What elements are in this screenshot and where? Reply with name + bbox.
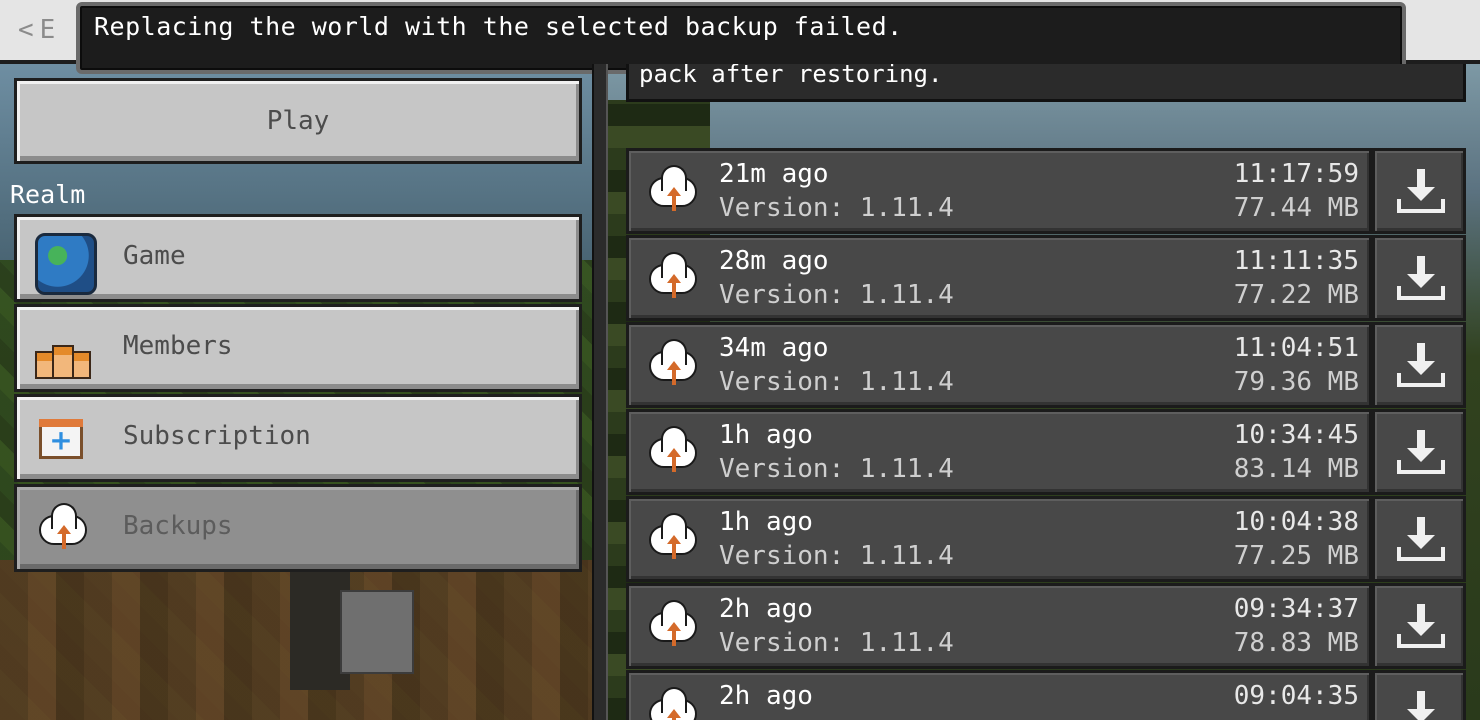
download-icon	[1395, 602, 1447, 654]
backup-restore-button[interactable]: 21m ago Version: 1.11.4 11:17:59 77.44 M…	[626, 148, 1372, 234]
backup-restore-button[interactable]: 2h ago 09:04:35	[626, 670, 1372, 720]
back-button[interactable]: < E	[18, 12, 55, 48]
stone-block-background	[340, 590, 414, 674]
cloud-upload-icon	[645, 165, 701, 221]
download-button[interactable]	[1372, 148, 1466, 234]
globe-icon	[35, 233, 97, 295]
nav-item-label: Members	[123, 331, 233, 361]
cloud-upload-icon	[645, 339, 701, 395]
backup-time: 11:11:35	[1233, 246, 1359, 276]
backup-age: 34m ago	[719, 333, 829, 363]
download-icon	[1395, 428, 1447, 480]
backup-row: 1h ago Version: 1.11.4 10:34:45 83.14 MB	[626, 409, 1466, 495]
download-icon	[1395, 689, 1447, 720]
backup-age: 2h ago	[719, 594, 813, 624]
download-button[interactable]	[1372, 322, 1466, 408]
backup-row: 2h ago 09:04:35	[626, 670, 1466, 720]
backup-size: 77.22 MB	[1233, 280, 1359, 310]
download-icon	[1395, 341, 1447, 393]
cloud-upload-icon	[645, 513, 701, 569]
download-button[interactable]	[1372, 583, 1466, 669]
backup-restore-button[interactable]: 34m ago Version: 1.11.4 11:04:51 79.36 M…	[626, 322, 1372, 408]
backup-row: 1h ago Version: 1.11.4 10:04:38 77.25 MB	[626, 496, 1466, 582]
backup-restore-button[interactable]: 2h ago Version: 1.11.4 09:34:37 78.83 MB	[626, 583, 1372, 669]
nav-item-members[interactable]: Members	[14, 304, 582, 392]
backup-row: 21m ago Version: 1.11.4 11:17:59 77.44 M…	[626, 148, 1466, 234]
nav-item-subscription[interactable]: + Subscription	[14, 394, 582, 482]
download-button[interactable]	[1372, 670, 1466, 720]
backup-size: 77.25 MB	[1233, 541, 1359, 571]
backup-time: 09:34:37	[1233, 594, 1359, 624]
cloud-upload-icon	[645, 600, 701, 656]
nav-item-label: Game	[123, 241, 186, 271]
backup-row: 34m ago Version: 1.11.4 11:04:51 79.36 M…	[626, 322, 1466, 408]
backup-version: Version: 1.11.4	[719, 193, 954, 223]
backup-restore-button[interactable]: 1h ago Version: 1.11.4 10:04:38 77.25 MB	[626, 496, 1372, 582]
info-box: pack after restoring.	[626, 64, 1466, 102]
backup-version: Version: 1.11.4	[719, 454, 954, 484]
backup-age: 2h ago	[719, 681, 813, 711]
download-button[interactable]	[1372, 409, 1466, 495]
backup-age: 1h ago	[719, 507, 813, 537]
backup-version: Version: 1.11.4	[719, 367, 954, 397]
nav-item-label: Backups	[123, 511, 233, 541]
backup-time: 09:04:35	[1233, 681, 1359, 711]
backup-row: 28m ago Version: 1.11.4 11:11:35 77.22 M…	[626, 235, 1466, 321]
backup-version: Version: 1.11.4	[719, 541, 954, 571]
nav-item-game[interactable]: Game	[14, 214, 582, 302]
backups-panel: pack after restoring. 21m ago Version: 1…	[604, 64, 1480, 720]
backup-row: 2h ago Version: 1.11.4 09:34:37 78.83 MB	[626, 583, 1466, 669]
backup-size: 83.14 MB	[1233, 454, 1359, 484]
cloud-upload-icon	[645, 426, 701, 482]
backup-time: 10:34:45	[1233, 420, 1359, 450]
back-label: E	[39, 15, 56, 45]
backup-time: 10:04:38	[1233, 507, 1359, 537]
members-icon	[35, 323, 91, 379]
section-label-realm: Realm	[10, 180, 86, 209]
cloud-upload-icon	[645, 687, 701, 720]
play-button[interactable]: Play	[14, 78, 582, 164]
subscription-icon: +	[39, 419, 83, 459]
backup-restore-button[interactable]: 28m ago Version: 1.11.4 11:11:35 77.22 M…	[626, 235, 1372, 321]
backup-time: 11:04:51	[1233, 333, 1359, 363]
download-icon	[1395, 254, 1447, 306]
cloud-upload-icon	[35, 503, 91, 559]
backup-age: 21m ago	[719, 159, 829, 189]
backup-version: Version: 1.11.4	[719, 280, 954, 310]
cloud-upload-icon	[645, 252, 701, 308]
backup-size: 79.36 MB	[1233, 367, 1359, 397]
nav-item-label: Subscription	[123, 421, 311, 451]
download-button[interactable]	[1372, 496, 1466, 582]
info-text: pack after restoring.	[639, 64, 943, 88]
backup-time: 11:17:59	[1233, 159, 1359, 189]
backup-restore-button[interactable]: 1h ago Version: 1.11.4 10:34:45 83.14 MB	[626, 409, 1372, 495]
backup-size: 77.44 MB	[1233, 193, 1359, 223]
toast-message: Replacing the world with the selected ba…	[94, 12, 903, 41]
download-button[interactable]	[1372, 235, 1466, 321]
download-icon	[1395, 515, 1447, 567]
backup-version: Version: 1.11.4	[719, 628, 954, 658]
play-label: Play	[266, 106, 330, 136]
backup-age: 1h ago	[719, 420, 813, 450]
backup-age: 28m ago	[719, 246, 829, 276]
chevron-left-icon: <	[18, 15, 34, 45]
backup-size: 78.83 MB	[1233, 628, 1359, 658]
nav-item-backups[interactable]: Backups	[14, 484, 582, 572]
download-icon	[1395, 167, 1447, 219]
